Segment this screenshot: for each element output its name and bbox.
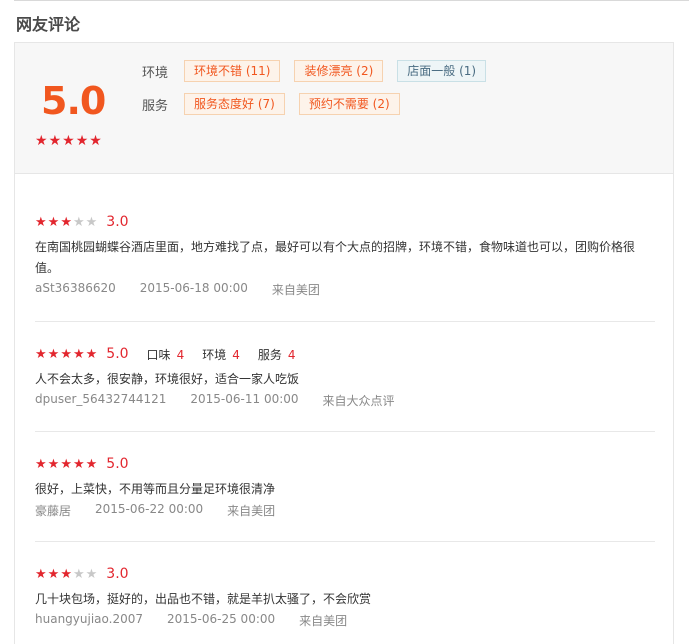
review-score: 5.0 <box>106 456 129 472</box>
star-icon: ★ <box>85 566 98 582</box>
review-header: ★ ★ ★ ★ ★ 5.0 口味 4 环境 4 服务 4 <box>35 345 655 363</box>
review-source: 来自美团 <box>227 504 276 518</box>
review-date: 2015-06-11 00:00 <box>190 392 299 406</box>
review-score: 5.0 <box>106 346 129 362</box>
review-stars: ★ ★ ★ ★ ★ <box>35 458 97 471</box>
sub-rating: 环境 4 <box>202 346 240 363</box>
star-icon: ★ <box>89 133 102 149</box>
tag-chip[interactable]: 店面一般 (1) <box>397 60 487 82</box>
star-icon: ★ <box>85 346 98 362</box>
star-icon: ★ <box>35 456 47 472</box>
review-header: ★ ★ ★ ★ ★ 3.0 <box>35 213 655 231</box>
sub-rating: 口味 4 <box>147 346 185 363</box>
review-date: 2015-06-22 00:00 <box>95 502 204 516</box>
top-divider <box>14 0 689 1</box>
tag-chip[interactable]: 装修漂亮 (2) <box>294 60 384 82</box>
review-text: 人不会太多，很安静，环境很好，适合一家人吃饭 <box>35 372 300 386</box>
sub-rating-label: 环境 <box>202 347 227 362</box>
star-icon: ★ <box>85 456 98 472</box>
review-stars: ★ ★ ★ ★ ★ <box>35 348 97 361</box>
review-source: 来自美团 <box>271 283 320 297</box>
tag-chip[interactable]: 预约不需要 (2) <box>298 93 400 115</box>
reviews-panel: 5.0 ★ ★ ★ ★ ★ 环境 环境不错 (11) 装修漂亮 (2) 店面一般 (1)… <box>14 42 674 644</box>
star-icon: ★ <box>47 346 60 362</box>
rating-summary: 5.0 ★ ★ ★ ★ ★ 环境 环境不错 (11) 装修漂亮 (2) 店面一般 (1)… <box>15 43 673 174</box>
star-icon: ★ <box>48 133 62 149</box>
tag-chip[interactable]: 环境不错 (11) <box>184 60 281 82</box>
review-header: ★ ★ ★ ★ ★ 3.0 <box>35 565 655 583</box>
review-source: 来自大众点评 <box>322 394 395 408</box>
star-icon: ★ <box>35 346 47 362</box>
sub-rating-label: 服务 <box>257 347 282 362</box>
review-stars: ★ ★ ★ ★ ★ <box>35 568 97 581</box>
review-meta: huangyujiao.2007 2015-06-25 00:00 来自美团 <box>35 612 655 629</box>
review-header: ★ ★ ★ ★ ★ 5.0 <box>35 455 655 473</box>
review-user: 豪藤居 <box>35 504 72 518</box>
sub-rating-value: 4 <box>176 347 185 362</box>
star-icon: ★ <box>72 214 85 230</box>
star-icon: ★ <box>60 456 72 472</box>
review-date: 2015-06-18 00:00 <box>139 281 248 295</box>
review-source: 来自美团 <box>299 614 348 628</box>
section-title: 网友评论 <box>16 15 81 34</box>
star-icon: ★ <box>62 133 75 149</box>
sub-rating-value: 4 <box>287 347 296 362</box>
review-user: aSt36386620 <box>35 281 116 295</box>
review-meta: 豪藤居 2015-06-22 00:00 来自美团 <box>35 502 655 519</box>
tag-row-service: 服务 服务态度好 (7) 预约不需要 (2) <box>142 93 414 115</box>
tag-row-environment: 环境 环境不错 (11) 装修漂亮 (2) 店面一般 (1) <box>142 60 500 82</box>
review-score: 3.0 <box>106 214 129 230</box>
review-item: ★ ★ ★ ★ ★ 5.0 很好，上菜快，不用等而且分量足环境很清净 豪藤居 2015-… <box>35 455 655 542</box>
star-icon: ★ <box>60 214 72 230</box>
tag-row-label: 环境 <box>142 65 169 81</box>
review-text: 在南国桃园蝴蝶谷酒店里面，地方难找了点，最好可以有个大点的招牌，环境不错，食物味… <box>35 240 636 275</box>
review-item: ★ ★ ★ ★ ★ 5.0 口味 4 环境 4 服务 4 人不会太多，很安静，环境很好，适合一… <box>35 345 655 432</box>
star-icon: ★ <box>72 456 85 472</box>
sub-rating-value: 4 <box>232 347 240 362</box>
star-icon: ★ <box>75 133 89 149</box>
review-meta: dpuser_56432744121 2015-06-11 00:00 来自大众… <box>35 392 655 409</box>
overall-stars: ★ ★ ★ ★ ★ <box>35 134 102 148</box>
star-icon: ★ <box>72 566 85 582</box>
star-icon: ★ <box>47 566 60 582</box>
review-stars: ★ ★ ★ ★ ★ <box>35 216 97 229</box>
review-date: 2015-06-25 00:00 <box>167 612 276 626</box>
review-score: 3.0 <box>106 566 129 582</box>
star-icon: ★ <box>35 566 47 582</box>
star-icon: ★ <box>35 133 48 149</box>
star-icon: ★ <box>47 456 60 472</box>
review-text: 几十块包场，挺好的，出品也不错，就是羊扒太骚了，不会欣赏 <box>35 592 372 606</box>
review-item: ★ ★ ★ ★ ★ 3.0 在南国桃园蝴蝶谷酒店里面，地方难找了点，最好可以有个大点的招… <box>35 213 655 322</box>
sub-rating: 服务 4 <box>258 346 296 363</box>
star-icon: ★ <box>85 214 98 230</box>
star-icon: ★ <box>60 566 72 582</box>
sub-rating-label: 口味 <box>146 347 171 362</box>
star-icon: ★ <box>47 214 60 230</box>
star-icon: ★ <box>35 214 47 230</box>
review-meta: aSt36386620 2015-06-18 00:00 来自美团 <box>35 281 655 298</box>
tag-row-label: 服务 <box>142 98 169 114</box>
review-item: ★ ★ ★ ★ ★ 3.0 几十块包场，挺好的，出品也不错，就是羊扒太骚了，不会欣赏 h… <box>35 565 655 644</box>
review-text: 很好，上菜快，不用等而且分量足环境很清净 <box>35 482 276 496</box>
star-icon: ★ <box>72 346 85 362</box>
review-user: huangyujiao.2007 <box>35 612 143 626</box>
review-user: dpuser_56432744121 <box>35 392 167 406</box>
star-icon: ★ <box>60 346 72 362</box>
overall-score: 5.0 <box>41 79 106 123</box>
tag-chip[interactable]: 服务态度好 (7) <box>184 93 285 115</box>
